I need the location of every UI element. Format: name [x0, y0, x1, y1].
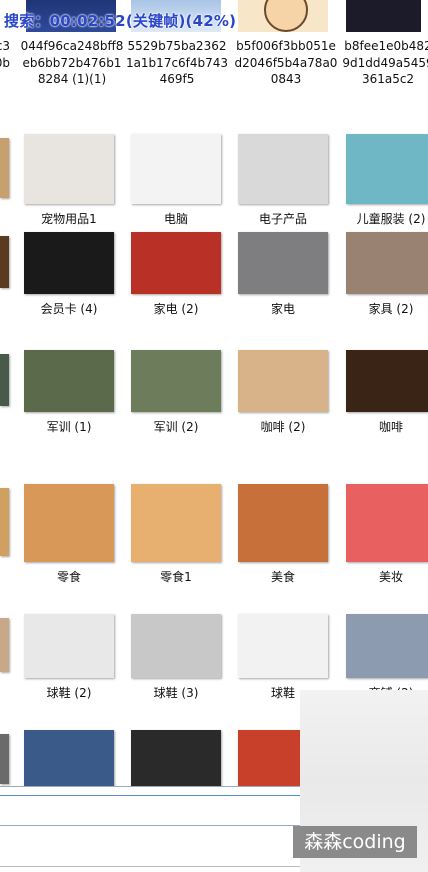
file-thumbnail[interactable] [131, 134, 221, 204]
file-thumbnail[interactable] [238, 232, 328, 294]
file-name[interactable]: 军训 (1) [17, 420, 121, 435]
file-thumbnail[interactable] [24, 484, 114, 562]
file-thumbnail[interactable] [24, 730, 114, 790]
file-name[interactable]: 宠物用品1 [17, 212, 121, 227]
left-edge-thumb[interactable] [0, 354, 9, 406]
file-name[interactable]: 零食 [17, 570, 121, 585]
file-name[interactable]: 美食 [231, 570, 335, 585]
file-thumbnail[interactable] [346, 350, 428, 412]
file-name[interactable]: 电子产品 [231, 212, 335, 227]
file-name[interactable]: 儿童服装 (2) [339, 212, 428, 227]
file-thumbnail[interactable] [346, 134, 428, 204]
file-name[interactable]: 军训 (2) [124, 420, 228, 435]
left-edge-thumb[interactable] [0, 138, 9, 198]
file-thumbnail[interactable] [131, 730, 221, 790]
file-name-top-3[interactable]: b5f006f3bb051ed2046f5b4a78a00843 [234, 38, 338, 88]
file-name[interactable]: 咖啡 [339, 420, 428, 435]
file-thumbnail[interactable] [131, 232, 221, 294]
file-name[interactable]: 家电 [231, 302, 335, 317]
left-edge-thumb[interactable] [0, 618, 9, 672]
file-name[interactable]: 电脑 [124, 212, 228, 227]
file-name[interactable]: 咖啡 (2) [231, 420, 335, 435]
file-name-top-1[interactable]: 044f96ca248bff8eb6bb72b476b18284 (1)(1) [20, 38, 124, 88]
file-name[interactable]: 球鞋 (2) [17, 686, 121, 701]
file-thumbnail[interactable] [346, 232, 428, 294]
file-name-top-4[interactable]: b8fee1e0b4829d1dd49a5459361a5c2 [341, 38, 428, 88]
file-name[interactable]: 会员卡 (4) [17, 302, 121, 317]
file-thumbnail[interactable] [24, 614, 114, 678]
file-thumbnail[interactable] [24, 232, 114, 294]
left-edge-thumb[interactable] [0, 236, 9, 288]
file-name-top-2[interactable]: 5529b75ba23621a1b17c6f4b743469f5 [125, 38, 229, 88]
file-thumbnail[interactable] [238, 484, 328, 562]
file-name[interactable]: 零食1 [124, 570, 228, 585]
file-thumbnail[interactable] [131, 350, 221, 412]
file-thumbnail[interactable] [131, 484, 221, 562]
file-name[interactable]: 美妆 [339, 570, 428, 585]
file-name-left-edge: c30b [0, 39, 10, 70]
bottom-bar-1 [0, 786, 300, 826]
file-thumbnail[interactable] [238, 614, 328, 678]
bottom-divider [0, 795, 300, 796]
top-thumb-4[interactable] [346, 0, 421, 32]
file-thumbnail[interactable] [238, 350, 328, 412]
search-progress-overlay: 搜索：00:02:52(关键帧)(42%) [4, 12, 237, 30]
file-name[interactable]: 球鞋 (3) [124, 686, 228, 701]
file-thumbnail[interactable] [346, 614, 428, 678]
left-edge-thumb[interactable] [0, 488, 9, 556]
file-name[interactable]: 家具 (2) [339, 302, 428, 317]
file-thumbnail[interactable] [24, 134, 114, 204]
file-name[interactable]: 家电 (2) [124, 302, 228, 317]
watermark: 森森coding [293, 826, 417, 858]
file-thumbnail[interactable] [346, 484, 428, 562]
top-thumb-3[interactable] [238, 0, 328, 32]
bottom-bar-2 [0, 826, 300, 867]
cartoon-face-image [264, 0, 308, 32]
file-thumbnail[interactable] [24, 350, 114, 412]
left-edge-thumb[interactable] [0, 734, 9, 784]
file-thumbnail[interactable] [131, 614, 221, 678]
file-thumbnail[interactable] [238, 134, 328, 204]
